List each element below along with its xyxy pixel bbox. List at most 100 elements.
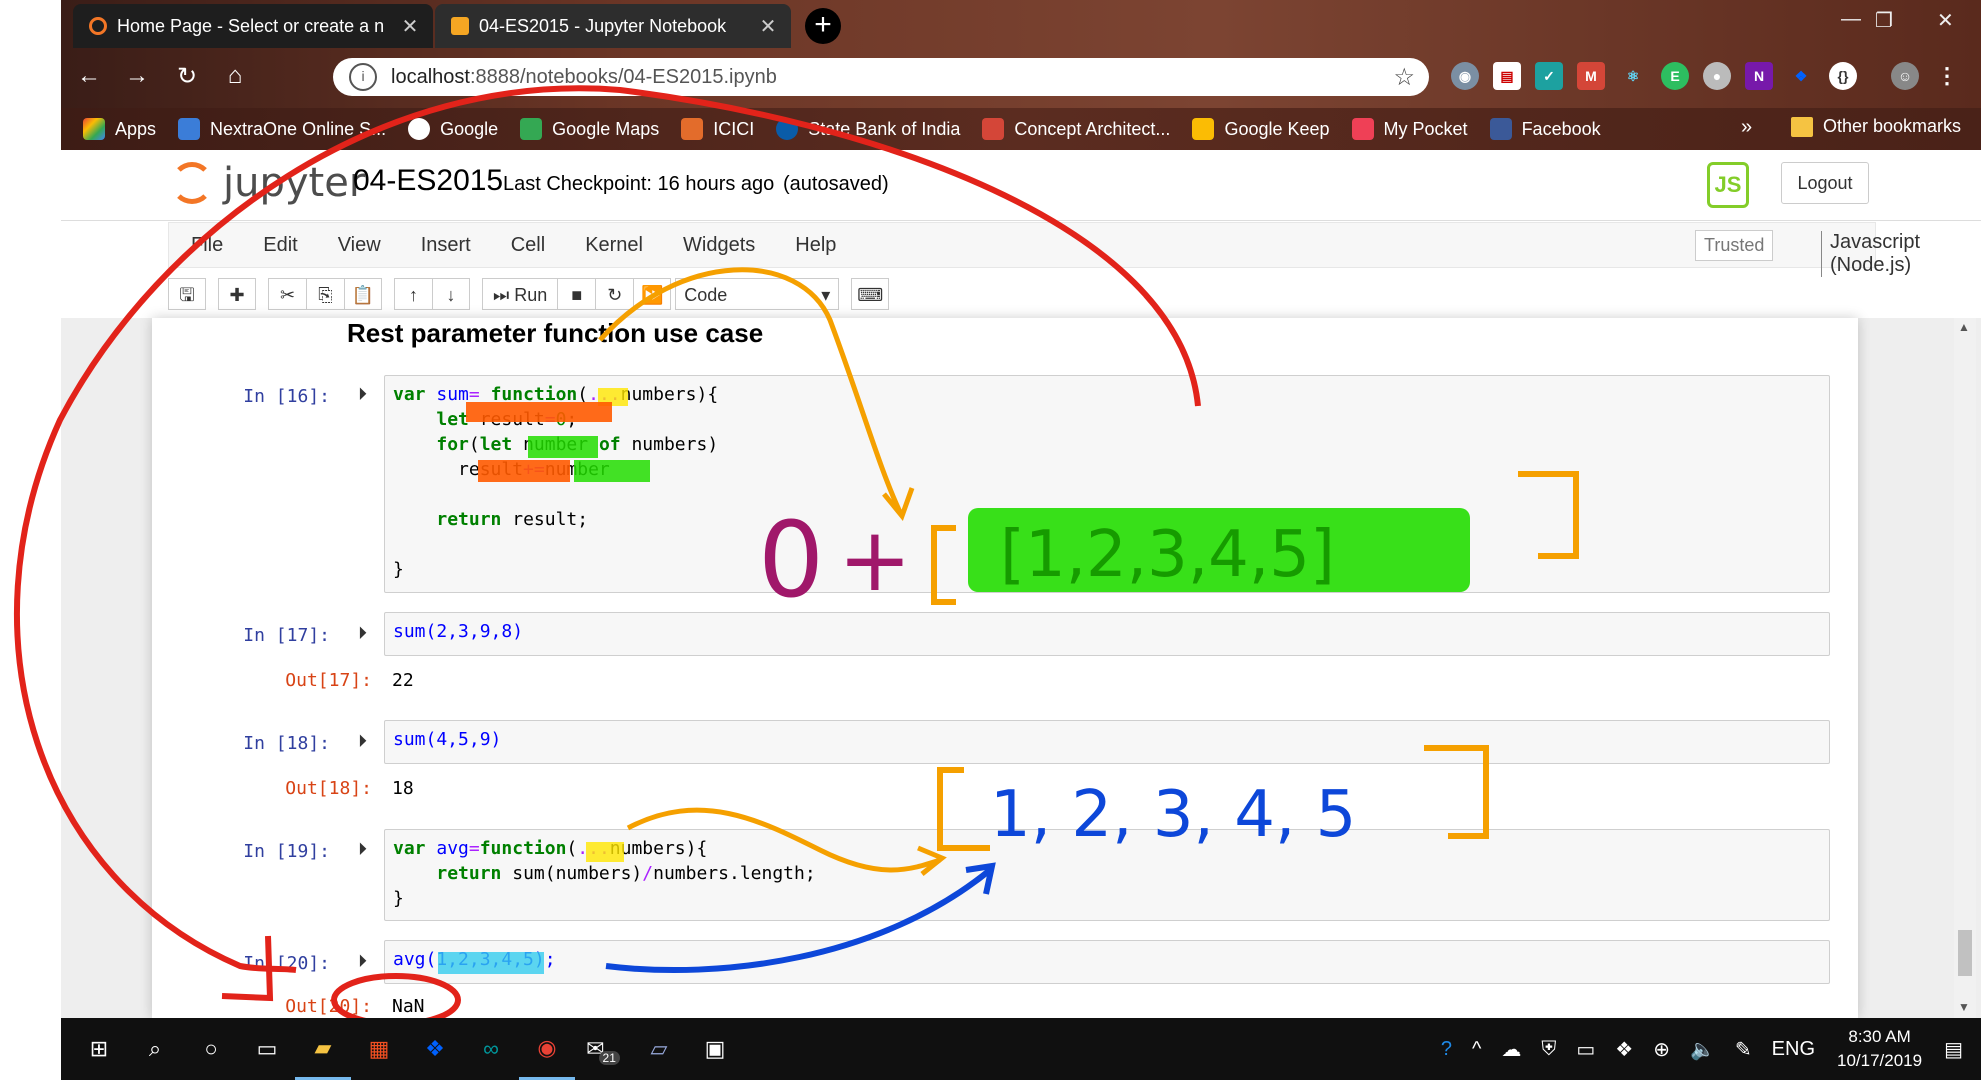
back-icon[interactable]: ← <box>75 62 103 90</box>
restore-icon[interactable]: ❐ <box>1875 8 1893 33</box>
close-tab-icon[interactable]: ✕ <box>399 14 421 39</box>
forward-icon[interactable]: → <box>123 62 151 90</box>
bookmarks-overflow-icon[interactable]: » <box>1741 116 1752 139</box>
home-icon[interactable]: ⌂ <box>221 62 249 90</box>
extension-gmail-icon[interactable]: M <box>1577 62 1605 90</box>
run-cell-icon[interactable]: ⏵ <box>358 951 367 972</box>
menu-help[interactable]: Help <box>795 234 836 257</box>
bookmark-concept-architect[interactable]: Concept Architect... <box>982 118 1170 140</box>
code-cell[interactable]: sum(4,5,9) <box>384 720 1830 764</box>
language-indicator[interactable]: ENG <box>1772 1038 1815 1061</box>
menu-insert[interactable]: Insert <box>421 234 471 257</box>
menu-cell[interactable]: Cell <box>511 234 545 257</box>
dropbox-icon[interactable]: ❖ <box>407 1018 463 1080</box>
clock[interactable]: 8:30 AM 10/17/2019 <box>1837 1025 1922 1073</box>
bookmark-icici[interactable]: ICICI <box>681 118 754 140</box>
volume-icon[interactable]: 🔈 <box>1690 1037 1715 1062</box>
save-icon[interactable]: 🖫 <box>168 278 206 310</box>
help-icon[interactable]: ? <box>1441 1038 1452 1061</box>
run-button[interactable]: ⏭ Run <box>482 278 558 310</box>
mail-icon[interactable]: ✉ 21 <box>575 1018 631 1080</box>
bookmark-facebook[interactable]: Facebook <box>1489 118 1601 140</box>
onedrive-icon[interactable]: ☁ <box>1501 1037 1521 1062</box>
close-tab-icon[interactable]: ✕ <box>757 14 779 39</box>
minimize-icon[interactable]: — <box>1841 8 1861 31</box>
cut-icon[interactable]: ✂ <box>268 278 306 310</box>
extension-onenote-icon[interactable]: N <box>1745 62 1773 90</box>
search-icon[interactable]: ⌕ <box>127 1018 183 1080</box>
scroll-thumb[interactable] <box>1958 930 1972 976</box>
task-view-icon[interactable]: ▭ <box>239 1018 295 1080</box>
chrome-menu-icon[interactable]: ⋮ <box>1933 62 1961 90</box>
cell-type-select[interactable]: Code ▾ <box>675 278 840 310</box>
insert-cell-icon[interactable]: ✚ <box>218 278 256 310</box>
bookmark-star-icon[interactable]: ☆ <box>1393 63 1415 92</box>
network-icon[interactable]: ⊕ <box>1653 1037 1670 1062</box>
extension-todoist-icon[interactable]: ✓ <box>1535 62 1563 90</box>
menu-edit[interactable]: Edit <box>263 234 297 257</box>
profile-avatar[interactable]: ☺ <box>1891 62 1919 90</box>
code-cell[interactable]: var avg=function(...numbers){ return sum… <box>384 829 1830 921</box>
bookmark-my-pocket[interactable]: My Pocket <box>1351 118 1468 140</box>
notifications-icon[interactable]: ▤ <box>1944 1037 1963 1062</box>
run-cell-icon[interactable]: ⏵ <box>358 839 367 860</box>
reload-icon[interactable]: ↻ <box>173 62 201 91</box>
bookmark-google-keep[interactable]: Google Keep <box>1192 118 1330 140</box>
keyboard-shortcuts-icon[interactable]: ⌨ <box>851 278 890 310</box>
copy-icon[interactable]: ⎘ <box>306 278 344 310</box>
menu-file[interactable]: File <box>191 234 223 257</box>
extension-evernote-icon[interactable]: E <box>1661 62 1689 90</box>
tab-home-page[interactable]: Home Page - Select or create a n ✕ <box>73 4 433 48</box>
bookmark-apps[interactable]: Apps <box>83 118 156 140</box>
notebook-title[interactable]: 04-ES2015 <box>353 164 503 198</box>
move-down-icon[interactable]: ↓ <box>432 278 470 310</box>
extension-dropbox-icon[interactable]: ❖ <box>1787 62 1815 90</box>
scroll-up-icon[interactable]: ▲ <box>1958 320 1970 334</box>
tray-expand-icon[interactable]: ^ <box>1472 1038 1481 1061</box>
store-icon[interactable]: ▦ <box>351 1018 407 1080</box>
notebook-scrollbar[interactable]: ▲ ▼ <box>1954 318 1976 1018</box>
extension-circle-icon[interactable]: ◉ <box>1451 62 1479 90</box>
site-info-icon[interactable]: i <box>349 63 377 91</box>
new-tab-button[interactable]: + <box>805 8 841 44</box>
pen-icon[interactable]: ✎ <box>1735 1037 1752 1062</box>
arduino-icon[interactable]: ∞ <box>463 1018 519 1080</box>
notes-app-icon[interactable]: ▱ <box>631 1018 687 1080</box>
dropbox-tray-icon[interactable]: ❖ <box>1615 1037 1633 1062</box>
extension-train-icon[interactable]: ▤ <box>1493 62 1521 90</box>
bookmark-google-maps[interactable]: Google Maps <box>520 118 659 140</box>
move-up-icon[interactable]: ↑ <box>394 278 432 310</box>
paste-icon[interactable]: 📋 <box>344 278 382 310</box>
file-explorer-icon[interactable]: ▰ <box>295 1018 351 1080</box>
trusted-indicator[interactable]: Trusted <box>1695 230 1774 261</box>
extension-code-icon[interactable]: {} <box>1829 62 1857 90</box>
run-cell-icon[interactable]: ⏵ <box>358 731 367 752</box>
logout-button[interactable]: Logout <box>1781 162 1869 204</box>
restart-icon[interactable]: ↻ <box>595 278 634 310</box>
windows-start-icon[interactable]: ⊞ <box>71 1018 127 1080</box>
chrome-icon[interactable]: ◉ <box>519 1018 575 1080</box>
extension-react-icon[interactable]: ⚛ <box>1619 62 1647 90</box>
menu-view[interactable]: View <box>338 234 381 257</box>
tab-notebook[interactable]: 04-ES2015 - Jupyter Notebook ✕ <box>435 4 791 48</box>
terminal-icon[interactable]: ▣ <box>687 1018 743 1080</box>
bookmark-nextraone[interactable]: NextraOne Online S... <box>178 118 386 140</box>
interrupt-icon[interactable]: ■ <box>557 278 596 310</box>
run-cell-icon[interactable]: ⏵ <box>358 623 367 644</box>
close-window-icon[interactable]: ✕ <box>1937 8 1954 33</box>
security-icon[interactable]: ⛨ <box>1541 1038 1556 1061</box>
address-bar[interactable]: i localhost :8888/notebooks/04-ES2015.ip… <box>333 58 1429 96</box>
menu-kernel[interactable]: Kernel <box>585 234 643 257</box>
code-cell[interactable]: var sum= function(...numbers){ let resul… <box>384 375 1830 593</box>
jupyter-logo[interactable]: jupyter <box>171 160 365 206</box>
bookmark-sbi[interactable]: State Bank of India <box>776 118 960 140</box>
cortana-icon[interactable]: ○ <box>183 1018 239 1080</box>
bookmark-google[interactable]: Google <box>408 118 498 140</box>
restart-run-all-icon[interactable]: ⏩ <box>633 278 672 310</box>
code-cell[interactable]: avg(1,2,3,4,5); <box>384 940 1830 984</box>
code-cell[interactable]: sum(2,3,9,8) <box>384 612 1830 656</box>
battery-icon[interactable]: ▭ <box>1576 1037 1595 1062</box>
scroll-down-icon[interactable]: ▼ <box>1958 1000 1970 1014</box>
extension-grey-icon[interactable]: ● <box>1703 62 1731 90</box>
run-cell-icon[interactable]: ⏵ <box>358 384 367 405</box>
